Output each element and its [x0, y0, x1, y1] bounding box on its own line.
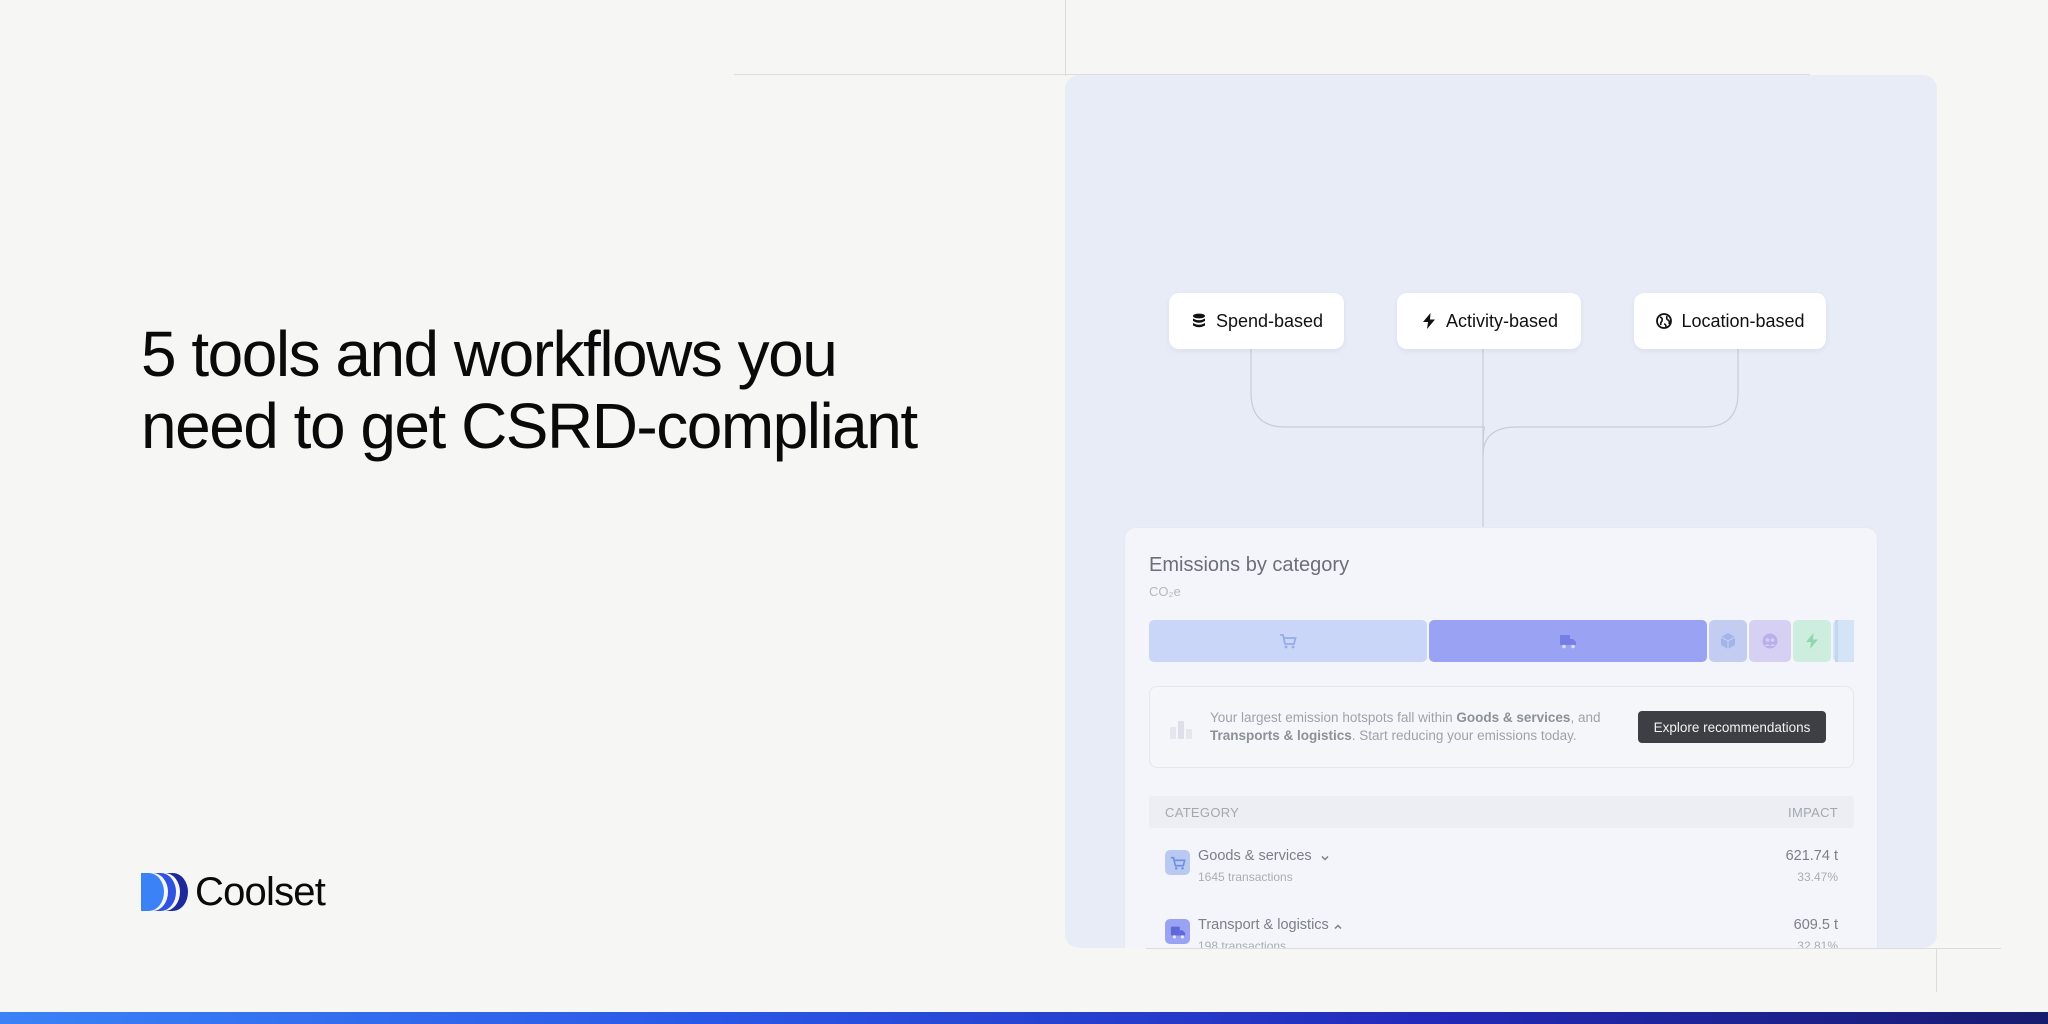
- card-title: Emissions by category: [1149, 554, 1350, 576]
- emissions-card: Emissions by category CO₂e Your largest …: [1124, 527, 1878, 948]
- cart-icon: [1280, 634, 1297, 649]
- activity-based-button[interactable]: Activity-based: [1397, 293, 1581, 349]
- coolset-logo: Coolset: [141, 870, 326, 914]
- truck-icon: [1560, 635, 1576, 649]
- brand-gradient-bar: [0, 1012, 2048, 1024]
- segment-other-marker: [1835, 620, 1838, 662]
- table-row[interactable]: Goods & services 1645 transactions 621.7…: [1149, 838, 1854, 894]
- segment-packaging[interactable]: [1709, 620, 1747, 662]
- row-impact-value: 621.74 t: [1785, 848, 1838, 864]
- lightning-icon: [1806, 633, 1818, 649]
- guide-line-vertical-bottom: [1936, 948, 1937, 992]
- spend-based-label: Spend-based: [1215, 310, 1324, 331]
- activity-based-label: Activity-based: [1445, 310, 1559, 331]
- chevron-up-icon[interactable]: [1332, 921, 1344, 933]
- lightning-icon: [1422, 313, 1435, 329]
- explore-recommendations-button[interactable]: Explore recommendations: [1638, 711, 1826, 743]
- segment-goods-services[interactable]: [1149, 620, 1427, 662]
- spend-based-button[interactable]: Spend-based: [1169, 293, 1344, 349]
- row-icon: [1165, 850, 1190, 875]
- bar-chart-icon: [1170, 721, 1192, 739]
- row-impact-percent: 32.81%: [1797, 939, 1838, 948]
- row-transactions: 1645 transactions: [1198, 870, 1293, 884]
- guide-line-vertical-top: [1065, 0, 1066, 76]
- segment-people[interactable]: [1749, 620, 1791, 662]
- table-header: CATEGORY IMPACT: [1149, 796, 1854, 828]
- row-category-name: Transport & logistics: [1198, 917, 1329, 933]
- headline: 5 tools and workflows you need to get CS…: [141, 318, 918, 462]
- truck-icon: [1170, 926, 1185, 938]
- people-icon: [1762, 633, 1778, 649]
- row-icon: [1165, 919, 1190, 944]
- row-category-name: Goods & services: [1198, 848, 1312, 864]
- segment-other[interactable]: [1833, 620, 1854, 662]
- column-category: CATEGORY: [1165, 805, 1240, 820]
- location-based-label: Location-based: [1681, 310, 1805, 331]
- coins-stack-icon: [1192, 313, 1205, 328]
- row-impact-percent: 33.47%: [1797, 870, 1838, 884]
- card-unit: CO₂e: [1149, 584, 1181, 599]
- segment-transport-logistics[interactable]: [1429, 620, 1707, 662]
- guide-line-bottom: [1146, 948, 2001, 949]
- coolset-logo-mark-icon: [141, 873, 188, 911]
- chevron-down-icon[interactable]: [1319, 852, 1331, 864]
- illustration-panel: Spend-based Activity-based Location-base…: [1065, 75, 1937, 948]
- globe-icon: [1656, 313, 1673, 329]
- row-impact-value: 609.5 t: [1793, 917, 1838, 933]
- hotspot-message: Your largest emission hotspots fall with…: [1210, 710, 1601, 743]
- column-impact: IMPACT: [1788, 805, 1838, 820]
- table-row[interactable]: Transport & logistics 198 transactions 6…: [1149, 907, 1854, 948]
- logo-wordmark: Coolset: [195, 870, 326, 914]
- location-based-button[interactable]: Location-based: [1634, 293, 1826, 349]
- segment-energy[interactable]: [1793, 620, 1831, 662]
- emissions-bar: [1149, 620, 1854, 662]
- row-transactions: 198 transactions: [1198, 939, 1287, 948]
- box-icon: [1720, 633, 1736, 649]
- hotspot-banner: Your largest emission hotspots fall with…: [1149, 686, 1854, 768]
- cart-icon: [1170, 856, 1186, 870]
